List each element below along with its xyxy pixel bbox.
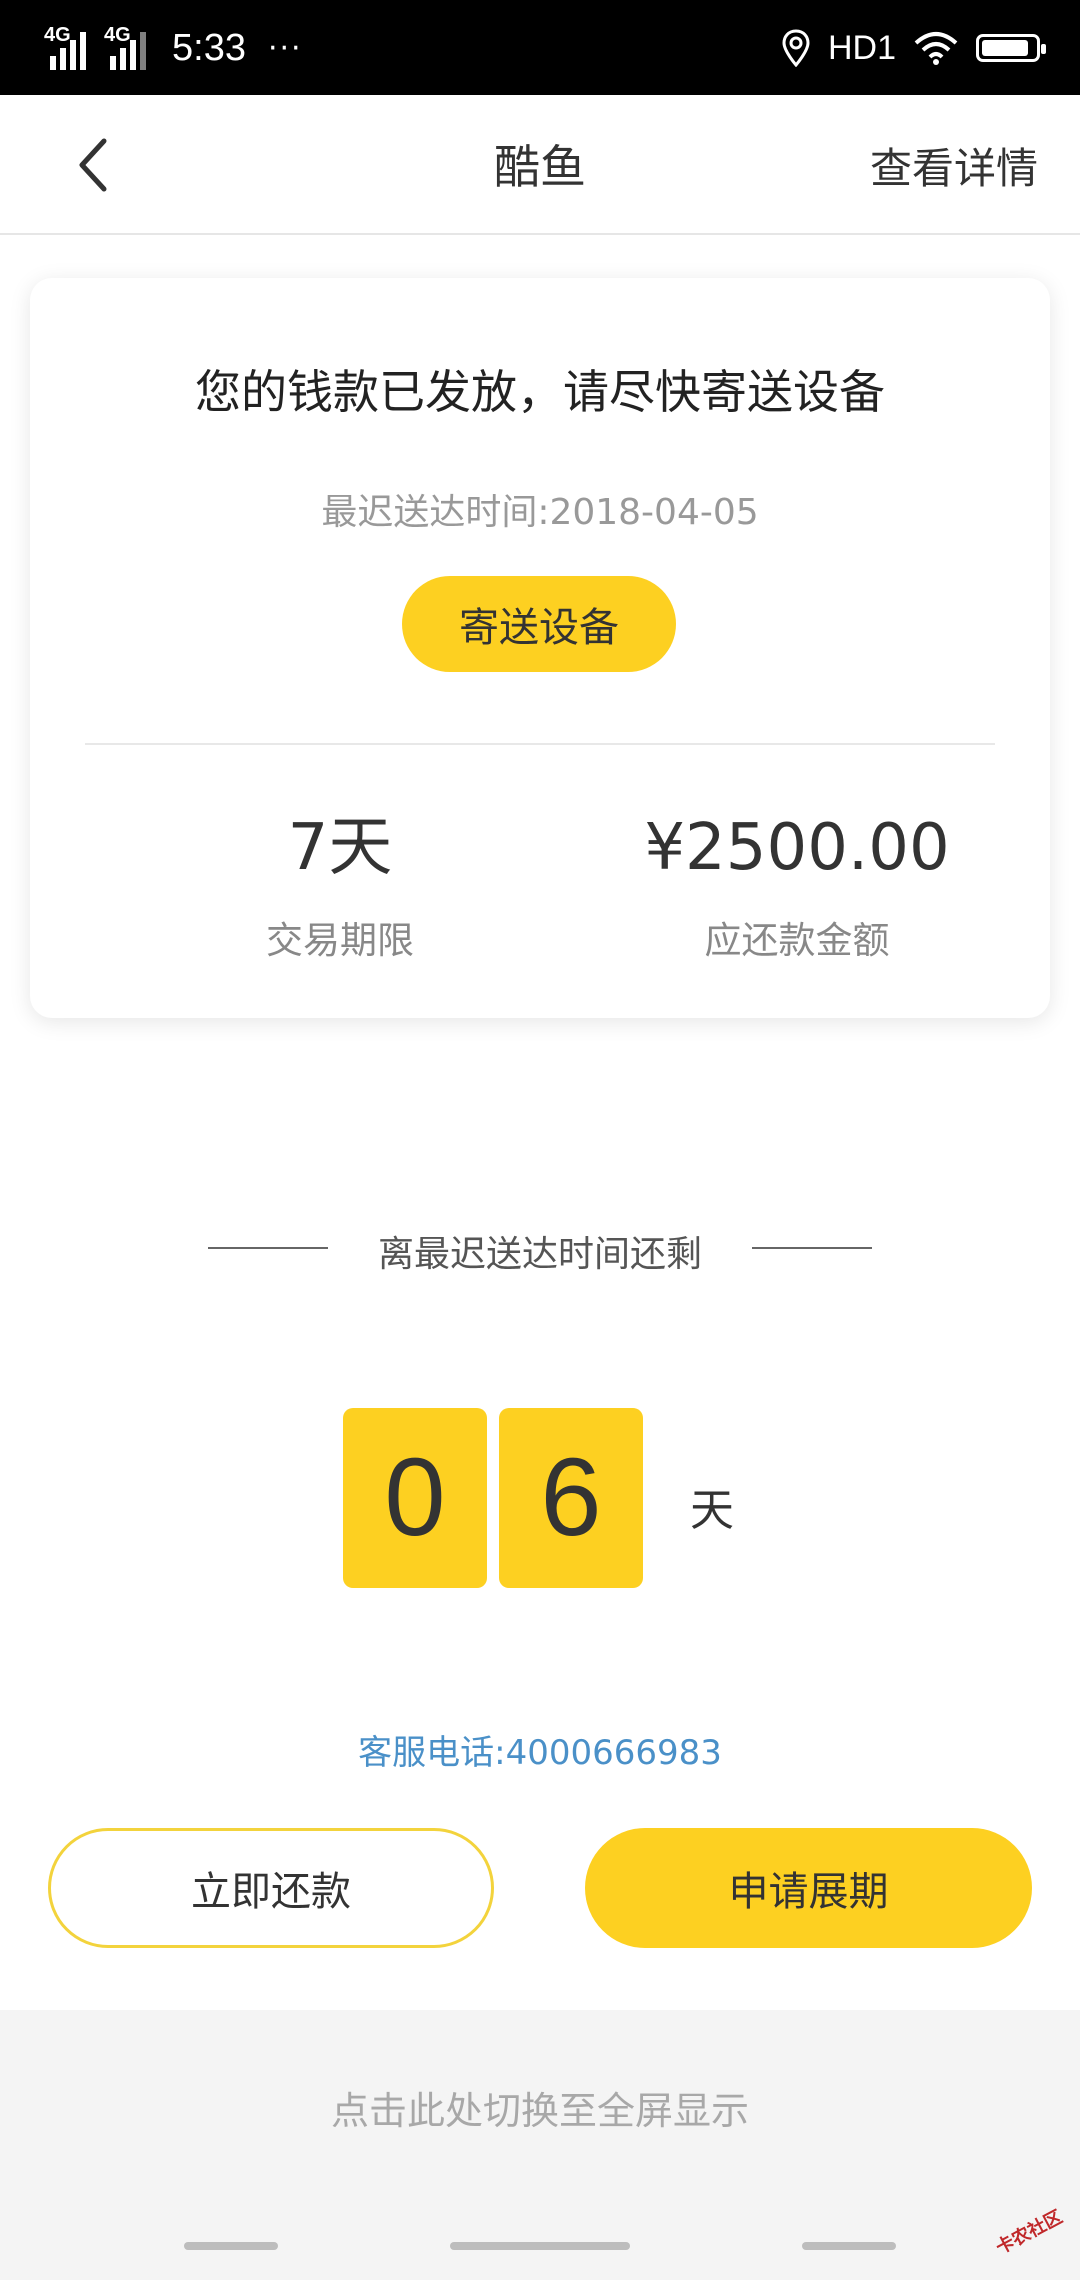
watermark-logo: 卡农社区	[992, 2206, 1067, 2259]
status-right: HD1	[782, 22, 1046, 74]
cell-signal-icon: 4G	[44, 24, 86, 70]
countdown-header: 离最迟送达时间还剩	[0, 1225, 1080, 1275]
status-bar: 4G 4G 5:33 ··· HD1	[0, 0, 1080, 95]
cell-signal-icon-2: 4G	[104, 24, 146, 70]
countdown-unit: 天	[690, 1485, 734, 1536]
status-card: 您的钱款已发放，请尽快寄送设备 最迟送达时间:2018-04-05 寄送设备 7…	[30, 278, 1050, 1018]
nav-handle-center[interactable]	[450, 2242, 630, 2250]
view-details-link[interactable]: 查看详情	[870, 135, 1038, 196]
term-stat: 7天 交易期限	[170, 808, 510, 964]
divider-right	[752, 1247, 872, 1249]
nav-bar: 酷鱼 查看详情	[0, 95, 1080, 235]
status-time: 5:33	[172, 26, 246, 69]
nav-handle-right	[802, 2242, 896, 2250]
amount-value: ¥2500.00	[644, 811, 950, 885]
countdown-digit-ones: 6	[499, 1408, 643, 1588]
ship-device-button[interactable]: 寄送设备	[402, 576, 676, 672]
network-type-label: 4G	[44, 24, 71, 46]
amount-label: 应还款金额	[704, 919, 890, 962]
card-divider	[85, 743, 995, 745]
customer-service-phone[interactable]: 客服电话:4000666983	[0, 1725, 1080, 1774]
countdown-digit-tens: 0	[343, 1408, 487, 1588]
term-value: 7天	[287, 811, 393, 885]
amount-stat: ¥2500.00 应还款金额	[627, 808, 967, 964]
card-headline: 您的钱款已发放，请尽快寄送设备	[195, 365, 885, 419]
apply-extension-button[interactable]: 申请展期	[585, 1828, 1032, 1948]
battery-level	[982, 40, 1029, 56]
nav-handle-left	[184, 2242, 278, 2250]
wifi-icon	[914, 32, 958, 65]
location-icon	[782, 29, 810, 67]
more-notifications-icon: ···	[267, 30, 303, 66]
term-label: 交易期限	[266, 919, 414, 962]
repay-now-button[interactable]: 立即还款	[48, 1828, 494, 1948]
status-left: 4G 4G 5:33 ···	[44, 18, 303, 78]
fullscreen-toggle-hint[interactable]: 点击此处切换至全屏显示	[0, 2080, 1080, 2135]
bottom-panel: 点击此处切换至全屏显示 卡农社区	[0, 2010, 1080, 2280]
delivery-deadline: 最迟送达时间:2018-04-05	[321, 492, 759, 533]
hd-indicator: HD1	[827, 28, 896, 67]
countdown-title: 离最迟送达时间还剩	[377, 1234, 702, 1275]
network-type-label-2: 4G	[104, 24, 131, 46]
battery-icon	[976, 34, 1046, 62]
